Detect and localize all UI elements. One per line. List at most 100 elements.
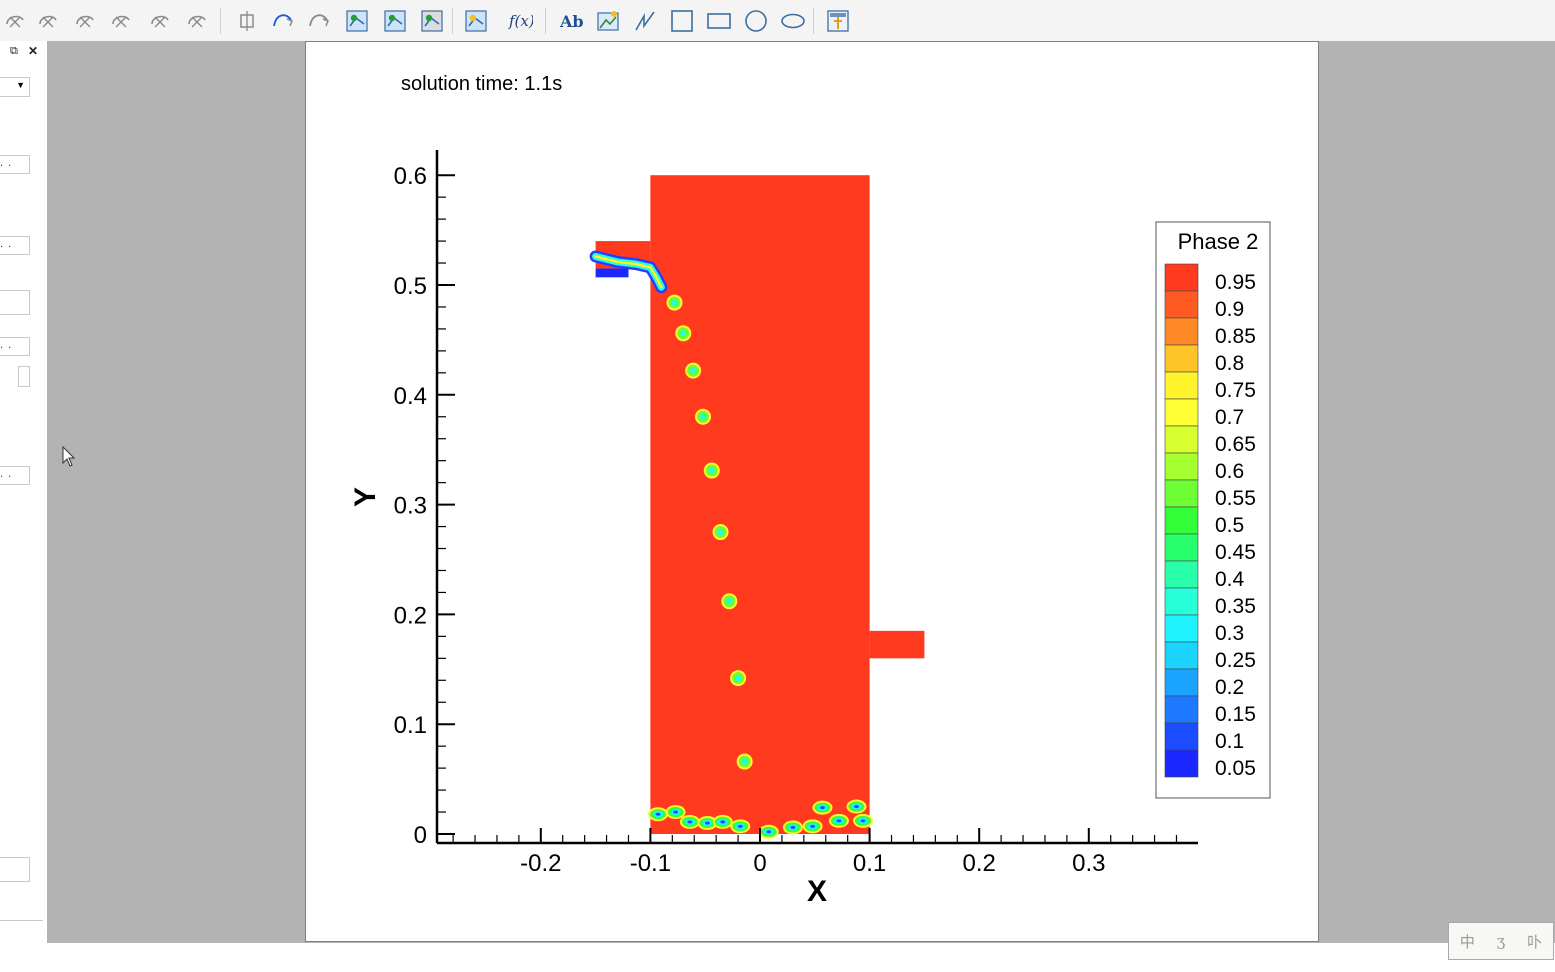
bubble (666, 294, 683, 311)
bubble (675, 325, 692, 342)
rectangle-tool-icon (707, 13, 731, 29)
bubble (703, 462, 720, 479)
legend-label: 0.05 (1215, 757, 1256, 780)
rotate-xz-icon (188, 15, 206, 28)
panel-field-1[interactable]: . . (0, 155, 30, 174)
legend-label: 0.95 (1215, 271, 1256, 294)
panel-field-4[interactable]: . . (0, 337, 30, 356)
probe-button[interactable] (232, 6, 262, 36)
legend-label: 0.75 (1215, 379, 1256, 402)
image-tool-button[interactable] (593, 6, 623, 36)
legend-label: 0.15 (1215, 703, 1256, 726)
panel-field-6[interactable] (0, 857, 30, 882)
chevron-down-icon: ▼ (16, 80, 25, 90)
rotate-y-icon (39, 15, 57, 28)
rectangle-tool-button[interactable] (704, 6, 734, 36)
bubble (685, 362, 702, 379)
legend-swatch (1164, 398, 1199, 427)
legend-swatch (1164, 344, 1199, 373)
bottom-bubble (853, 813, 874, 828)
rotate-x-button[interactable] (0, 6, 30, 36)
rotate-yz-icon (151, 15, 169, 28)
legend-swatch (1164, 722, 1199, 751)
bubble (736, 753, 753, 770)
add-zone-icon (346, 10, 368, 32)
data-edit-button[interactable] (461, 6, 491, 36)
probe-icon (240, 11, 254, 31)
add-zone-button[interactable] (342, 6, 372, 36)
ime-mode-icon[interactable]: 中 (1460, 931, 1475, 952)
slice-button[interactable] (380, 6, 410, 36)
close-panel-icon[interactable]: ✕ (28, 44, 38, 58)
rotate-xz-button[interactable] (182, 6, 212, 36)
adjust-curve-button[interactable] (268, 6, 298, 36)
x-axis-label: X (807, 875, 827, 908)
legend-label: 0.55 (1215, 487, 1256, 510)
dock-icon[interactable]: ⧉ (10, 45, 18, 58)
legend-label: 0.35 (1215, 595, 1256, 618)
panel-field-3[interactable] (0, 290, 30, 315)
rotate-z-icon (76, 15, 94, 28)
ellipse-tool-icon (781, 13, 805, 29)
polyline-tool-button[interactable] (630, 6, 660, 36)
panel-checkbox[interactable] (18, 366, 30, 387)
legend-label: 0.7 (1215, 406, 1244, 429)
legend-swatch (1164, 533, 1199, 562)
x-tick-label: 0.1 (853, 850, 886, 877)
bubble (712, 524, 729, 541)
circle-tool-button[interactable] (741, 6, 771, 36)
ime-menu-icon[interactable]: 卟 (1527, 931, 1542, 952)
frame-tool-button[interactable] (823, 6, 853, 36)
field-ellipsis: . . (0, 238, 13, 250)
adjust-curve-icon (273, 14, 293, 27)
function-button[interactable]: f(x) (505, 6, 535, 36)
rotate-yz-button[interactable] (145, 6, 175, 36)
function-icon: f(x) (508, 12, 533, 30)
square-tool-icon (671, 10, 693, 32)
legend-label: 0.3 (1215, 622, 1244, 645)
x-tick-label: -0.1 (630, 850, 671, 877)
rotate-z-button[interactable] (70, 6, 100, 36)
legend-label: 0.8 (1215, 352, 1244, 375)
translate-button[interactable] (304, 6, 334, 36)
plot-canvas[interactable]: solution time: 1.1s -0.2 -0.1 0 0.1 0.2 0.3 0 0.… (306, 42, 1318, 941)
panel-dropdown[interactable]: ▼ (0, 77, 30, 97)
rotate-x-icon (6, 15, 24, 28)
ellipse-tool-button[interactable] (778, 6, 808, 36)
rotate-y-button[interactable] (33, 6, 63, 36)
ime-punct-icon[interactable]: ʒ (1497, 932, 1505, 950)
legend-label: 0.2 (1215, 676, 1244, 699)
legend-swatch (1164, 668, 1199, 697)
legend-swatch (1164, 425, 1199, 454)
ime-toolbar[interactable]: 中 ʒ 卟 (1448, 922, 1554, 960)
y-tick-label: 0.5 (394, 273, 427, 300)
contour-edit-button[interactable] (417, 6, 447, 36)
legend-label: 0.85 (1215, 325, 1256, 348)
svg-text:f(x): f(x) (508, 12, 533, 30)
x-tick-label: 0.3 (1072, 850, 1105, 877)
legend[interactable]: Phase 2 0.95 0.9 0.85 0.8 0.75 0.7 0.65 0.6 0.55 0… (1155, 221, 1271, 799)
square-tool-button[interactable] (667, 6, 697, 36)
panel-field-5[interactable]: . . (0, 466, 30, 485)
text-tool-button[interactable]: Ab (556, 6, 586, 36)
legend-label: 0.1 (1215, 730, 1244, 753)
panel-field-2[interactable]: . . (0, 236, 30, 255)
image-tool-icon (597, 11, 619, 31)
plot-frame[interactable]: solution time: 1.1s -0.2 -0.1 0 0.1 0.2 0.3 0 0.… (305, 41, 1319, 942)
y-tick-label: 0 (414, 822, 427, 849)
bubble (721, 593, 738, 610)
legend-swatch (1164, 479, 1199, 508)
status-bar (0, 943, 1555, 972)
legend-swatch (1164, 749, 1199, 778)
bottom-bubble (712, 814, 733, 829)
polyline-tool-icon (635, 11, 655, 31)
x-tick-label: 0 (753, 850, 766, 877)
bottom-bubble (782, 820, 803, 835)
bottom-bubble (812, 800, 833, 815)
rotate-xy-button[interactable] (106, 6, 136, 36)
y-tick-label: 0.1 (394, 712, 427, 739)
solution-time-label: solution time: 1.1s (401, 73, 562, 95)
legend-label: 0.6 (1215, 460, 1244, 483)
bottom-bubble (758, 824, 779, 839)
svg-text:Ab: Ab (559, 12, 584, 31)
